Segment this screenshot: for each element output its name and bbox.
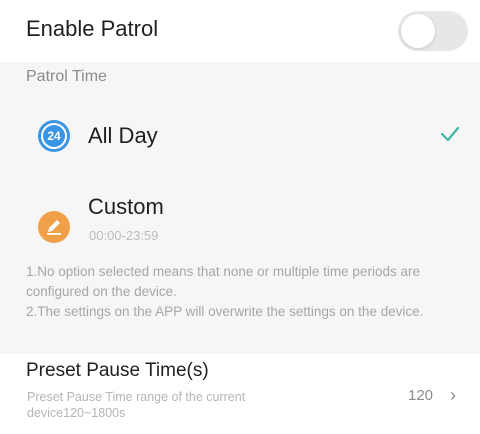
note-2: 2.The settings on the APP will overwrite… (26, 304, 424, 319)
option-custom[interactable] (0, 184, 480, 254)
custom-time-range: 00:00-23:59 (89, 228, 159, 243)
clock-24-icon-text: 24 (41, 123, 67, 149)
preset-pause-description: Preset Pause Time range of the current d… (27, 390, 246, 420)
preset-pause-value: 120 (408, 387, 434, 404)
toggle-knob (401, 14, 435, 48)
preset-pause-title: Preset Pause Time(s) (26, 360, 209, 381)
custom-label: Custom (88, 194, 164, 219)
enable-patrol-row[interactable]: Enable Patrol (0, 0, 480, 62)
patrol-time-title: Patrol Time (26, 68, 107, 85)
check-icon (440, 124, 460, 149)
enable-patrol-label: Enable Patrol (26, 16, 159, 41)
all-day-label: All Day (88, 123, 158, 148)
pencil-icon (38, 211, 70, 243)
clock-24-icon: 24 (38, 120, 70, 152)
chevron-right-icon: › (450, 385, 456, 405)
note-1: 1.No option selected means that none or … (26, 264, 420, 299)
enable-patrol-toggle[interactable] (398, 11, 468, 51)
option-all-day[interactable] (0, 100, 480, 174)
